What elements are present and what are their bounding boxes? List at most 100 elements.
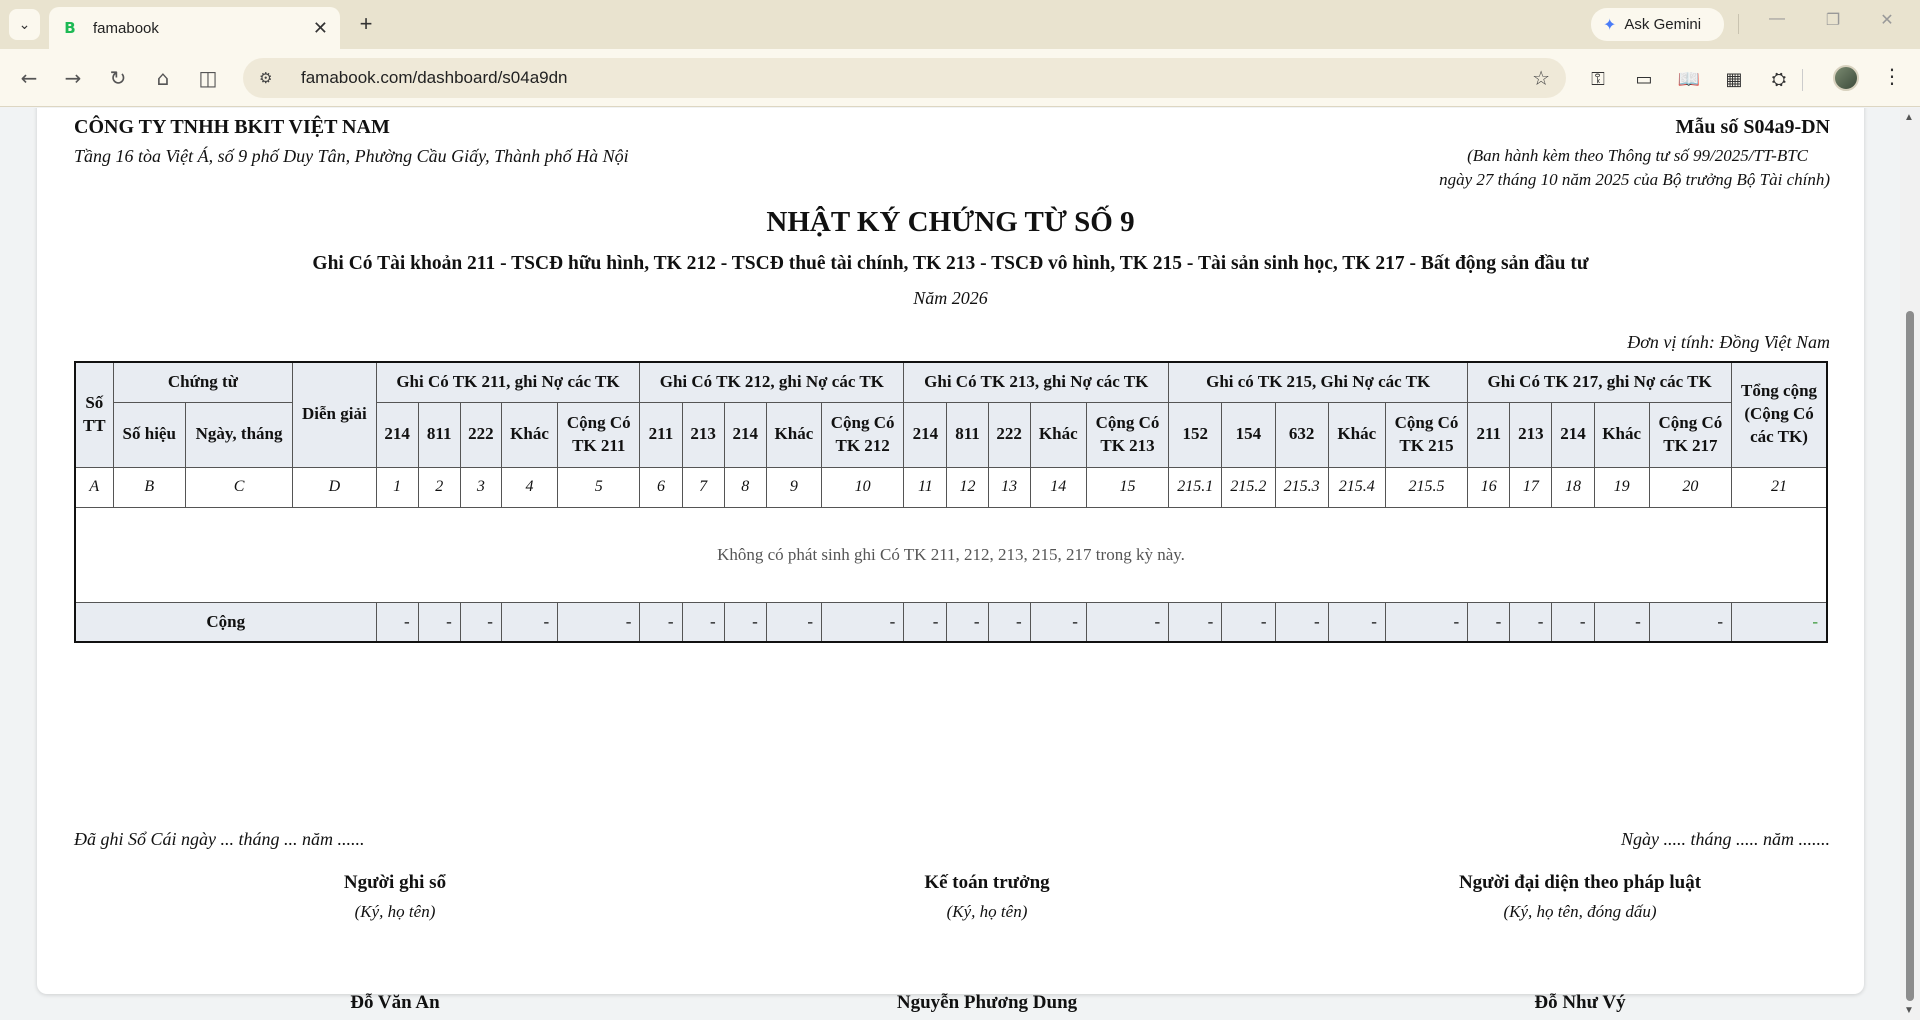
scrollbar-thumb[interactable] [1906,311,1914,1001]
reload-icon[interactable]: ↻ [106,66,130,90]
signature-block: Kế toán trưởng (Ký, họ tên) [777,872,1197,922]
page-scrollbar[interactable]: ▲ ▼ [1900,108,1920,1020]
index-cell: 1 [375,466,419,508]
header-sub: Cộng Có TK 212 [820,401,905,468]
total-cell: - [946,601,989,643]
total-cell: - [1593,601,1650,643]
url-text[interactable]: famabook.com/dashboard/s04a9dn [301,68,1532,88]
header-group-213: Ghi Có TK 213, ghi Nợ các TK [903,361,1170,403]
index-cell: 14 [1029,466,1087,508]
total-cell: - [820,601,905,643]
table-icon[interactable]: ▦ [1721,66,1747,92]
index-cell: 19 [1593,466,1650,508]
header-sub: Khác [1593,401,1650,468]
header-group-215: Ghi có TK 215, Ghi Nợ các TK [1168,361,1469,403]
header-sub: 214 [903,401,948,468]
new-tab-button[interactable]: + [352,10,380,38]
signer-note: (Ký, họ tên, đóng dấu) [1503,902,1657,921]
index-cell: 6 [639,466,683,508]
close-window-button[interactable]: ✕ [1872,10,1902,30]
index-cell: 17 [1509,466,1553,508]
index-cell: 10 [820,466,905,508]
total-cell: - [500,601,559,643]
company-name: CÔNG TY TNHH BKIT VIỆT NAM [74,116,390,138]
header-sub: Cộng Có TK 211 [557,401,641,468]
report-subtitle: Ghi Có Tài khoản 211 - TSCĐ hữu hình, TK… [312,253,1589,274]
index-cell: 215.3 [1274,466,1329,508]
ledger-recorded-note: Đã ghi Sổ Cái ngày ... tháng ... năm ...… [74,829,365,849]
minimize-button[interactable]: — [1762,10,1792,28]
index-cell: 215.4 [1327,466,1386,508]
total-cell: - [723,601,767,643]
scroll-up-icon[interactable]: ▲ [1904,112,1914,123]
header-sub: 213 [681,401,725,468]
incognito-icon[interactable]: ⛭ [1766,66,1792,92]
header-sub: Khác [500,401,559,468]
header-chung-tu: Chứng từ [112,361,294,403]
total-label: Cộng [74,601,377,643]
divider [1738,14,1739,34]
total-cell: - [1274,601,1329,643]
address-bar[interactable]: ⚙ famabook.com/dashboard/s04a9dn ☆ [243,58,1566,98]
chevron-down-icon: ⌄ [18,16,31,32]
index-cell: 8 [723,466,767,508]
tab-strip: ⌄ B famabook ✕ + ✦ Ask Gemini — ❐ ✕ [0,0,1920,49]
ask-gemini-button[interactable]: ✦ Ask Gemini [1591,8,1724,41]
ask-gemini-label: Ask Gemini [1624,16,1702,33]
password-key-icon[interactable]: ⚿ [1585,66,1611,92]
index-cell: 215.1 [1168,466,1223,508]
index-cell: C [184,466,294,508]
total-cell: - [1467,601,1511,643]
company-address: Tầng 16 tòa Việt Á, số 9 phố Duy Tân, Ph… [74,146,629,166]
browser-tab[interactable]: B famabook ✕ [49,7,340,49]
form-number: Mẫu số S04a9-DN [1675,116,1830,138]
header-dien-giai: Diễn giải [292,361,377,468]
total-cell: - [1085,601,1170,643]
restore-button[interactable]: ❐ [1818,10,1848,30]
total-cell: - [765,601,823,643]
total-cell: - [987,601,1031,643]
index-cell: 12 [946,466,989,508]
close-icon[interactable]: ✕ [313,18,328,39]
payment-card-icon[interactable]: ▭ [1631,66,1657,92]
header-sub: 211 [639,401,683,468]
scroll-down-icon[interactable]: ▼ [1904,1005,1914,1016]
signer-note: (Ký, họ tên) [354,902,436,921]
header-sub: 211 [1467,401,1511,468]
forward-arrow-icon[interactable]: → [61,66,85,90]
tab-search-button[interactable]: ⌄ [9,9,40,40]
signer-name: Nguyễn Phương Dung [896,992,1078,1013]
total-cell: - [1551,601,1595,643]
site-info-icon[interactable]: ⚙ [259,69,279,87]
index-cell: 2 [417,466,461,508]
table-empty-row: Không có phát sinh ghi Có TK 211, 212, 2… [74,506,1828,603]
header-sub: 213 [1509,401,1553,468]
report-year: Năm 2026 [913,288,988,308]
more-menu-icon[interactable]: ⋮ [1882,64,1902,88]
signer-role: Người ghi sổ [343,872,447,893]
total-cell: - [1731,601,1828,643]
index-cell: 3 [459,466,502,508]
avatar[interactable] [1833,65,1859,91]
favicon-icon: B [64,19,76,37]
total-cell: - [1648,601,1733,643]
gemini-sparkle-icon: ✦ [1603,16,1617,34]
split-view-icon[interactable]: ◫ [196,66,220,90]
total-cell: - [375,601,419,643]
page-viewport: CÔNG TY TNHH BKIT VIỆT NAM Tầng 16 tòa V… [0,108,1900,1020]
signature-block: Người đại diện theo pháp luật (Ký, họ tê… [1370,872,1790,922]
header-ngay-thang: Ngày, tháng [184,401,294,468]
decree-line-1: (Ban hành kèm theo Thông tư số 99/2025/T… [1467,146,1808,165]
index-cell: B [112,466,186,508]
signer-note: (Ký, họ tên) [946,902,1028,921]
home-icon[interactable]: ⌂ [151,66,175,90]
index-cell: 15 [1085,466,1170,508]
total-cell: - [903,601,948,643]
decree-line-2: ngày 27 tháng 10 năm 2025 của Bộ trưởng … [1439,170,1830,189]
header-sub: 152 [1168,401,1223,468]
reading-mode-icon[interactable]: 📖 [1676,66,1702,92]
header-group-212: Ghi Có TK 212, ghi Nợ các TK [639,361,905,403]
bookmark-star-icon[interactable]: ☆ [1532,66,1550,90]
back-arrow-icon[interactable]: ← [17,66,41,90]
header-sub: 154 [1221,401,1276,468]
